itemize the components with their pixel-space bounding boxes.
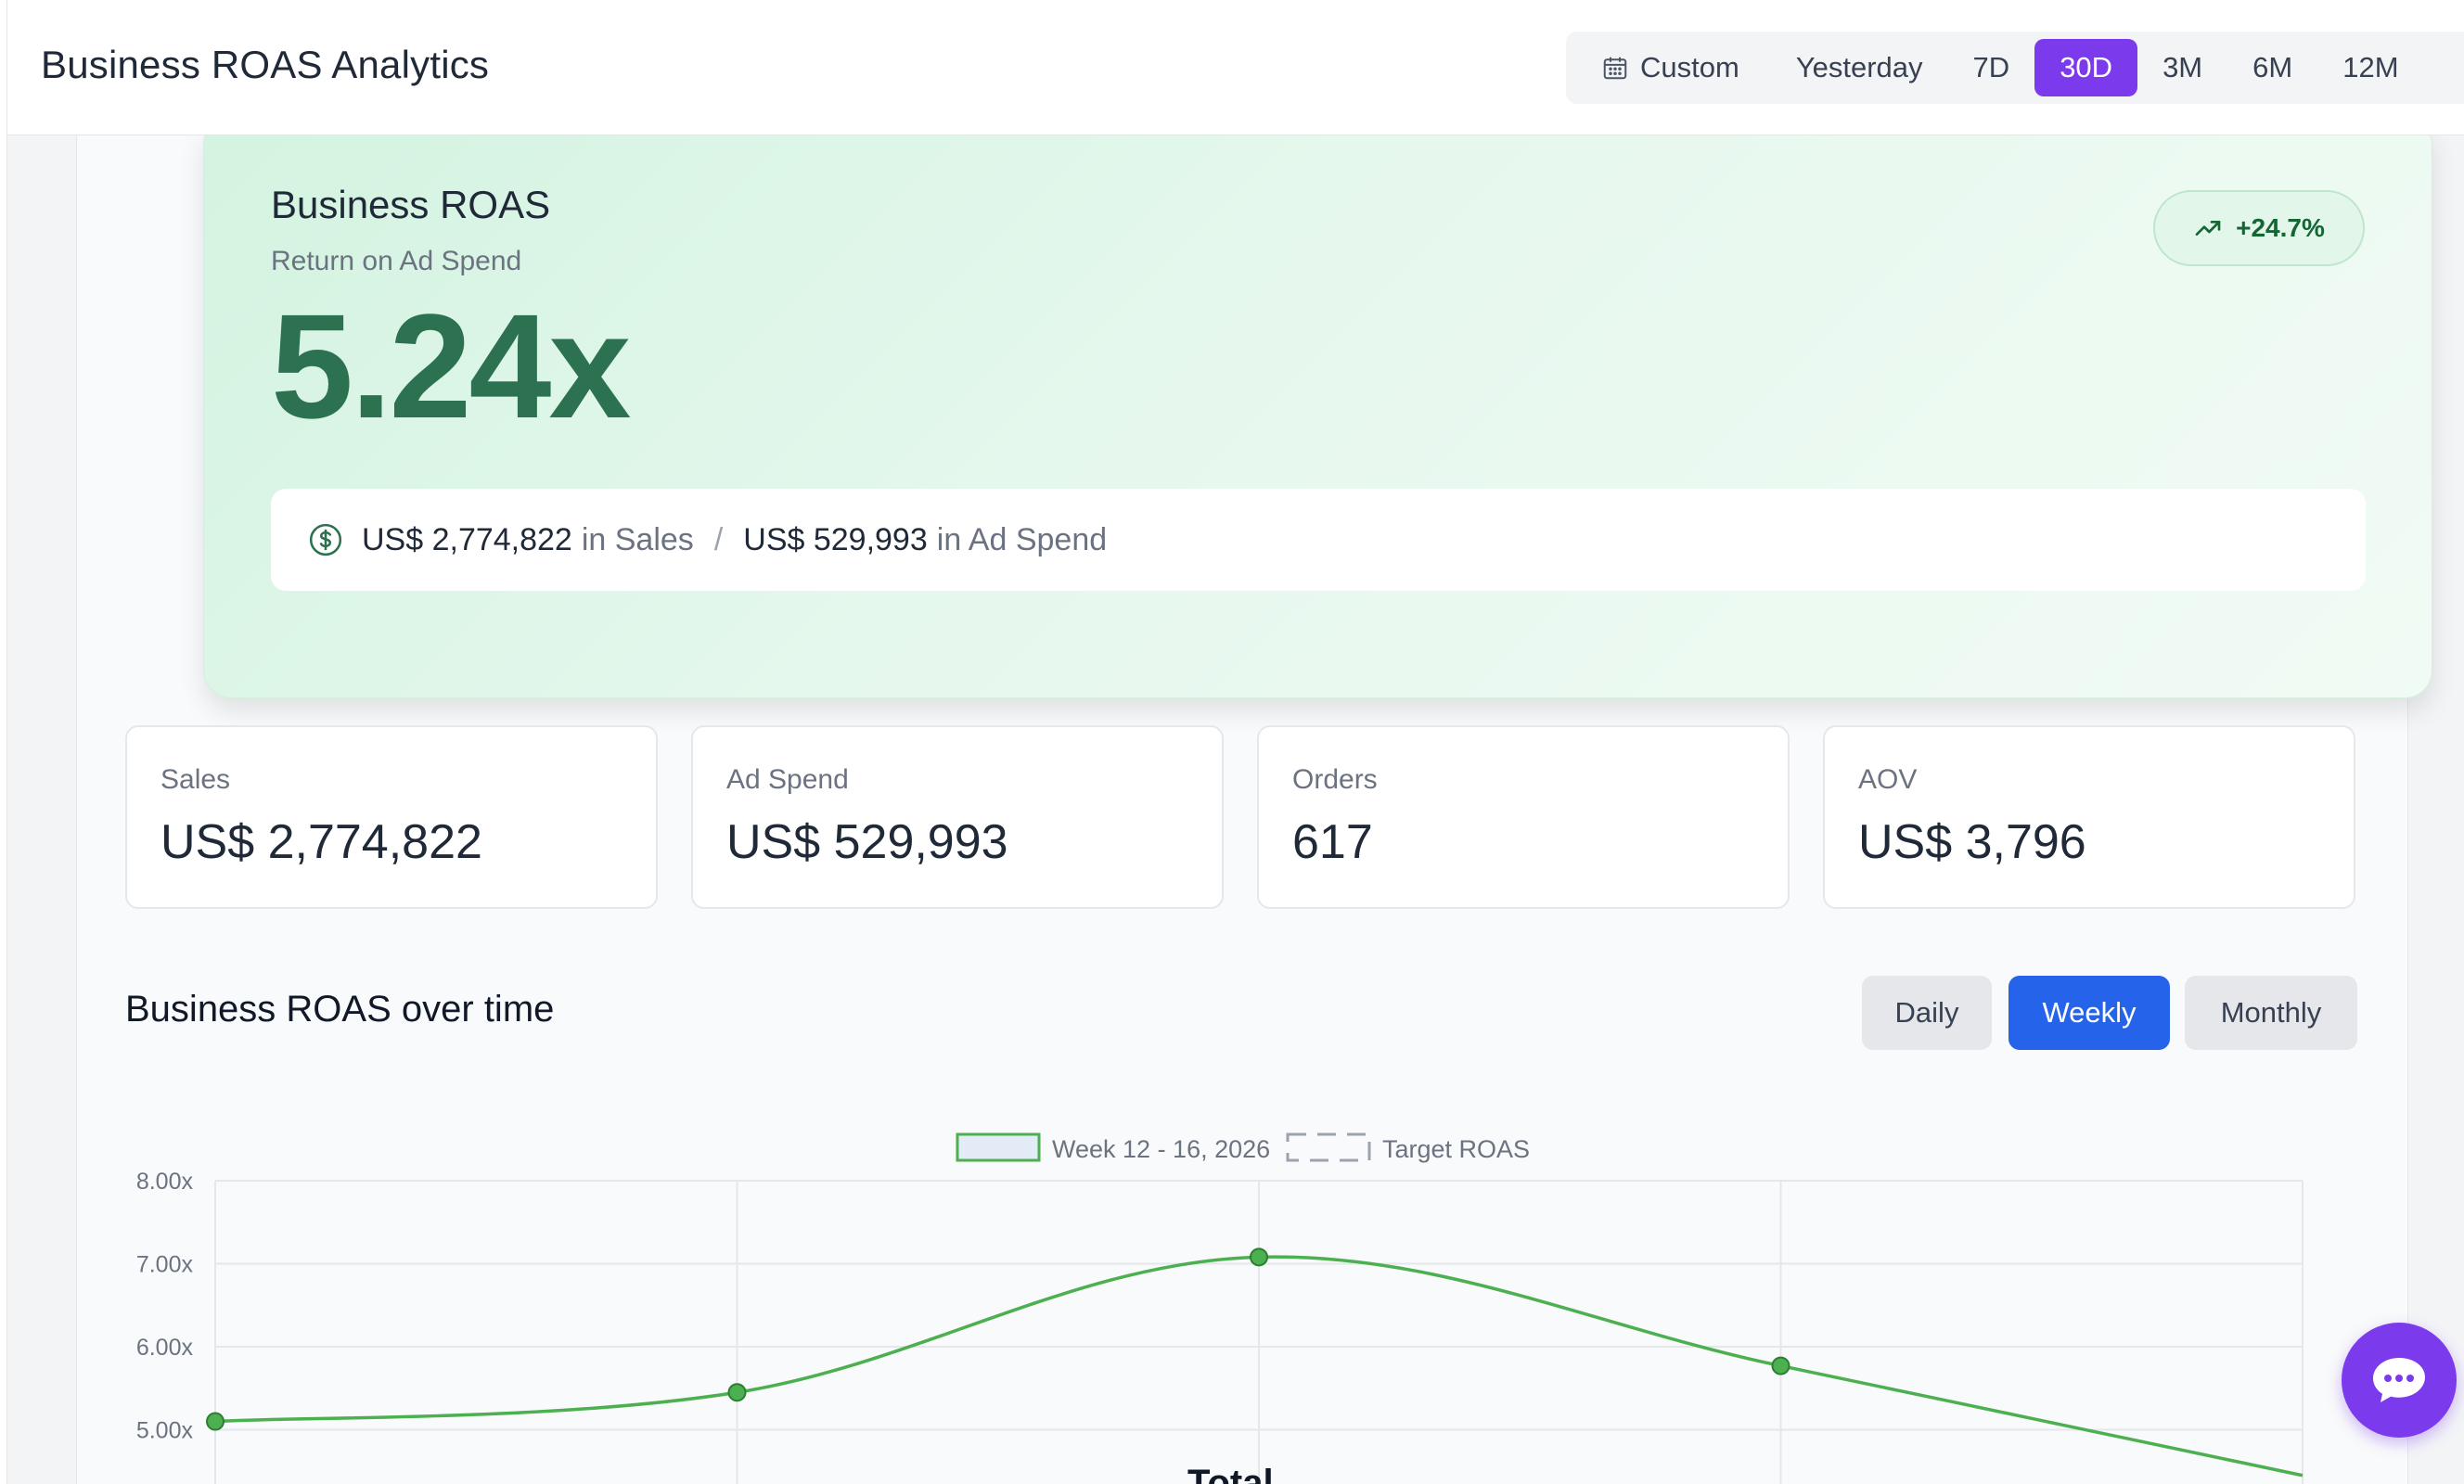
data-point[interactable] (1771, 1356, 1790, 1375)
range-yesterday-button[interactable]: Yesterday (1771, 39, 1948, 96)
range-7d-button[interactable]: 7D (1948, 39, 2035, 96)
range-6m-button[interactable]: 6M (2227, 39, 2317, 96)
y-tick-label: 5.00x (136, 1418, 194, 1444)
y-tick-label: 8.00x (136, 1169, 194, 1195)
legend-swatch-target[interactable] (1286, 1132, 1371, 1162)
data-point[interactable] (206, 1412, 225, 1431)
chart-partial-title: Total (1187, 1463, 1274, 1484)
y-tick-label: 6.00x (136, 1335, 194, 1361)
roas-line-chart: Week 12 - 16, 2026 Target ROAS 8.00x 7.00… (136, 1132, 2304, 1484)
range-30d-button[interactable]: 30D (2034, 39, 2138, 96)
series-points (206, 1247, 1790, 1431)
range-3m-button[interactable]: 3M (2137, 39, 2227, 96)
range-custom-label: Custom (1640, 51, 1739, 83)
data-point[interactable] (1250, 1247, 1268, 1267)
chart-legend: Week 12 - 16, 2026 Target ROAS (956, 1132, 1530, 1163)
top-bar: Business ROAS Analytics Custom Yesterday… (7, 0, 2464, 135)
legend-swatch-week[interactable] (956, 1132, 1041, 1162)
y-axis: 8.00x 7.00x 6.00x 5.00x (136, 1169, 194, 1444)
range-custom-button[interactable]: Custom (1590, 39, 1771, 96)
legend-label-target: Target ROAS (1382, 1135, 1530, 1163)
range-12m-button[interactable]: 12M (2317, 39, 2423, 96)
data-point[interactable] (727, 1383, 747, 1402)
chart-grid (214, 1180, 2304, 1484)
chat-bubble-icon (2373, 1358, 2425, 1402)
app-title: Business ROAS Analytics (41, 43, 490, 86)
date-range-selector: Custom Yesterday 7D 30D 3M 6M 12M (1566, 32, 2464, 104)
y-tick-label: 7.00x (136, 1252, 194, 1278)
calendar-icon (1603, 57, 1627, 80)
legend-label-week: Week 12 - 16, 2026 (1052, 1135, 1270, 1163)
chat-button[interactable] (2342, 1323, 2457, 1438)
